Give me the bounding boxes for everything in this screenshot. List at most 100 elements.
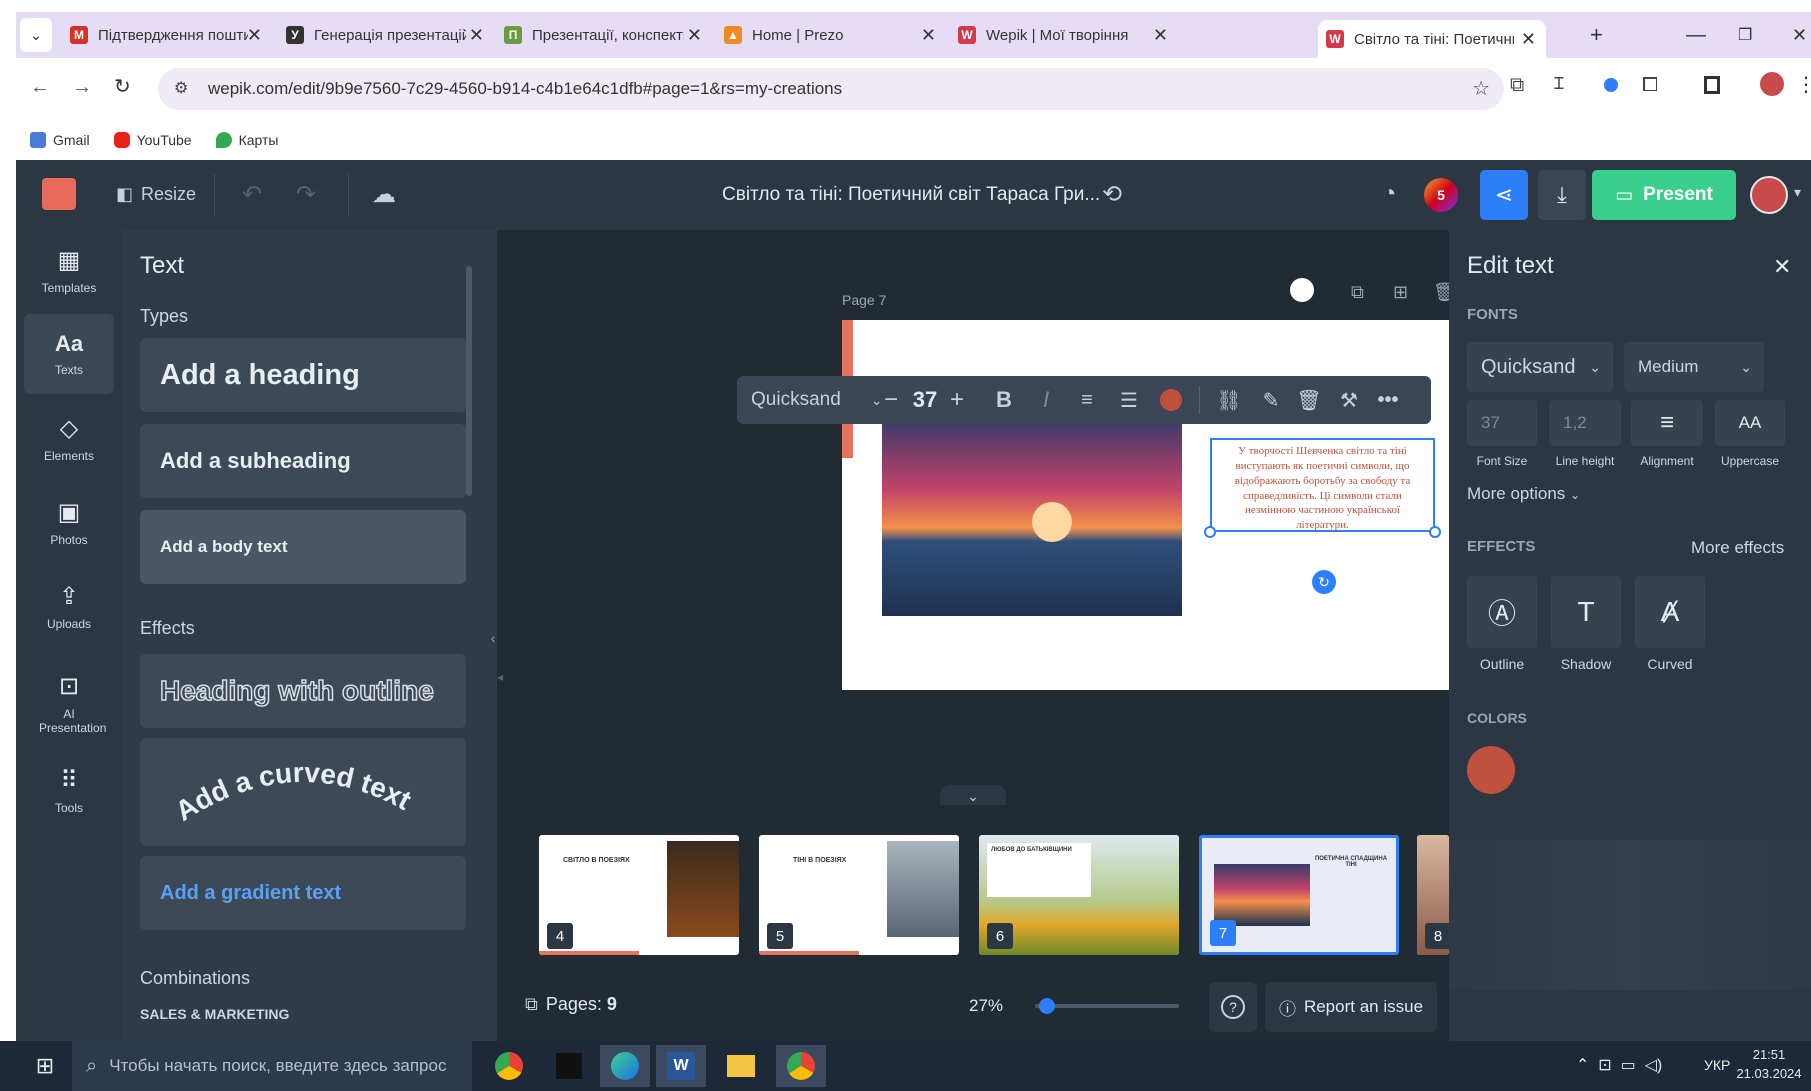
menu-icon[interactable]: ⋮	[1796, 72, 1811, 97]
align-center-icon[interactable]: ≡	[1073, 376, 1101, 424]
present-button[interactable]: ▭ Present	[1592, 170, 1736, 220]
reload-icon[interactable]: ↻	[114, 74, 131, 99]
resize-handle[interactable]	[1204, 526, 1216, 538]
curved-effect-button[interactable]: Ⱥ	[1635, 576, 1705, 648]
taskbar-edge[interactable]	[600, 1045, 650, 1087]
resize-button[interactable]: ◧ Resize	[116, 184, 196, 205]
rail-templates[interactable]: ▦ Templates	[24, 230, 114, 310]
pages-counter[interactable]: ⧉ Pages: 9	[525, 994, 617, 1015]
gradient-text-button[interactable]: Add a gradient text	[140, 856, 466, 930]
line-height-input[interactable]: 1,2	[1549, 400, 1621, 446]
outline-effect-button[interactable]: Ⓐ	[1467, 576, 1537, 648]
document-title[interactable]: Світло та тіні: Поетичний світ Тараса Гр…	[722, 184, 1100, 206]
taskbar-search[interactable]: ⌕ Чтобы начать поиск, введите здесь запро…	[72, 1041, 472, 1091]
browser-tab-active[interactable]: W Світло та тіні: Поетичний ✕	[1318, 20, 1546, 58]
page-thumbnail[interactable]: ТІНІ В ПОЕЗІЯХ 5	[759, 835, 959, 955]
more-effects-link[interactable]: More effects	[1691, 538, 1784, 558]
taskbar-chrome[interactable]	[484, 1045, 534, 1087]
heading-outline-button[interactable]: Heading with outline	[140, 654, 466, 728]
translate-icon[interactable]: Ꮖ	[1554, 76, 1565, 94]
taskbar-app[interactable]	[544, 1045, 594, 1087]
page-thumbnail-active[interactable]: ПОЕТИЧНА СПАДЩИНА ТІНІ 7	[1199, 835, 1399, 955]
star-icon[interactable]: ☆	[1472, 76, 1490, 101]
browser-tab[interactable]: ▲ Home | Prezo ✕	[716, 18, 946, 52]
add-heading-button[interactable]: Add a heading	[140, 338, 466, 412]
more-options-toggle[interactable]: More options ⌄	[1467, 484, 1580, 504]
close-icon[interactable]: ✕	[469, 25, 484, 46]
trash-icon[interactable]: 🗑	[1295, 376, 1323, 424]
rail-photos[interactable]: ▣ Photos	[24, 482, 114, 562]
selected-text-box[interactable]: У творчості Шевченка світло та тіні вист…	[1210, 438, 1435, 532]
page-thumbnail[interactable]: ЛЮБОВ ДО БАТЬКІВЩИНИ 6	[979, 835, 1179, 955]
category-sales-marketing[interactable]: SALES & MARKETING	[140, 1006, 289, 1022]
italic-icon[interactable]: I	[1033, 376, 1059, 424]
bookmark-youtube[interactable]: YouTube	[113, 132, 192, 148]
duplicate-page-icon[interactable]: ⧉	[1351, 282, 1364, 303]
rail-tools[interactable]: ⠿ Tools	[24, 750, 114, 830]
shadow-effect-button[interactable]: T	[1551, 576, 1621, 648]
credits-badge[interactable]: 5	[1424, 178, 1458, 212]
close-icon[interactable]: ✕	[921, 25, 936, 46]
profile-avatar[interactable]	[1760, 72, 1784, 96]
uppercase-button[interactable]: AA	[1715, 400, 1785, 446]
taskbar-word[interactable]: W	[656, 1045, 706, 1087]
bookmark-maps[interactable]: Карты	[215, 132, 278, 148]
add-body-text-button[interactable]: Add a body text	[140, 510, 466, 584]
bookmark-gmail[interactable]: Gmail	[30, 132, 90, 148]
extension-icon[interactable]	[1604, 78, 1618, 92]
text-color-button[interactable]	[1157, 376, 1185, 424]
close-icon[interactable]: ✕	[247, 25, 262, 46]
more-icon[interactable]: •••	[1373, 376, 1403, 424]
page-thumbnail[interactable]: СВІТЛО В ПОЕЗІЯХ 4	[539, 835, 739, 955]
font-size-value[interactable]: 37	[905, 376, 945, 424]
panel-scrollbar[interactable]	[466, 266, 472, 496]
sunset-image[interactable]	[882, 420, 1182, 616]
rail-uploads[interactable]: ⇪ Uploads	[24, 566, 114, 646]
collapse-thumbnails-button[interactable]: ⌄	[940, 785, 1006, 807]
taskbar-chrome-active[interactable]	[776, 1045, 826, 1087]
zoom-slider-knob[interactable]	[1038, 998, 1055, 1014]
font-weight-select[interactable]: Medium ⌄	[1624, 342, 1764, 392]
font-family-select[interactable]: Quicksand ⌄	[751, 376, 883, 424]
close-icon[interactable]: ✕	[687, 25, 702, 46]
sidepanel-icon[interactable]	[1704, 76, 1720, 94]
language-indicator[interactable]: УКР	[1704, 1057, 1730, 1073]
screenshot-icon[interactable]: ⧉	[1510, 74, 1524, 97]
font-size-decrease[interactable]: −	[879, 376, 903, 424]
curved-text-button[interactable]: Add a curved text	[140, 738, 466, 846]
browser-tab[interactable]: П Презентації, конспекти до ✕	[496, 18, 712, 52]
scroll-left-icon[interactable]: ◂	[497, 670, 511, 686]
font-family-select[interactable]: Quicksand ⌄	[1467, 342, 1613, 392]
page-color-button[interactable]	[1290, 278, 1314, 302]
palette-icon[interactable]: ◔	[1382, 180, 1397, 208]
address-bar[interactable]: ⚙ wepik.com/edit/9b9e7560-7c29-4560-b914…	[158, 68, 1504, 110]
share-button[interactable]: ⋖	[1480, 170, 1528, 220]
site-settings-icon[interactable]: ⚙	[174, 78, 188, 98]
text-color-swatch[interactable]	[1467, 746, 1515, 794]
close-icon[interactable]: ✕	[1773, 254, 1791, 280]
close-icon[interactable]: ✕	[1153, 25, 1168, 46]
font-size-increase[interactable]: +	[945, 376, 969, 424]
close-icon[interactable]: ✕	[1521, 29, 1536, 50]
new-tab-button[interactable]: +	[1582, 18, 1612, 52]
rail-elements[interactable]: ◇ Elements	[24, 398, 114, 478]
browser-tab[interactable]: У Генерація презентацій за ✕	[278, 18, 494, 52]
zoom-slider-track[interactable]	[1035, 998, 1179, 1014]
back-icon[interactable]: ←	[30, 76, 50, 99]
alignment-button[interactable]: ≡	[1631, 400, 1703, 446]
user-avatar[interactable]	[1750, 176, 1788, 214]
tab-search-button[interactable]: ⌄	[20, 18, 52, 52]
browser-tab[interactable]: W Wepik | Мої творіння ✕	[950, 18, 1178, 52]
page-thumbnail[interactable]: 8	[1417, 835, 1449, 955]
close-window-button[interactable]: ✕	[1784, 18, 1811, 52]
forward-icon[interactable]: →	[72, 76, 92, 99]
start-button[interactable]: ⊞	[20, 1045, 70, 1087]
rail-ai-presentation[interactable]: ⊡ AI Presentation	[24, 660, 114, 746]
clock[interactable]: 21:51 21.03.2024	[1734, 1047, 1804, 1081]
bold-icon[interactable]: B	[991, 376, 1017, 424]
wepik-logo[interactable]	[42, 178, 76, 210]
list-icon[interactable]: ☰	[1115, 376, 1143, 424]
rail-texts[interactable]: Aa Texts	[24, 314, 114, 394]
history-icon[interactable]: ⟲	[1102, 180, 1122, 209]
browser-tab[interactable]: M Підтвердження пошти - с ✕	[62, 18, 272, 52]
